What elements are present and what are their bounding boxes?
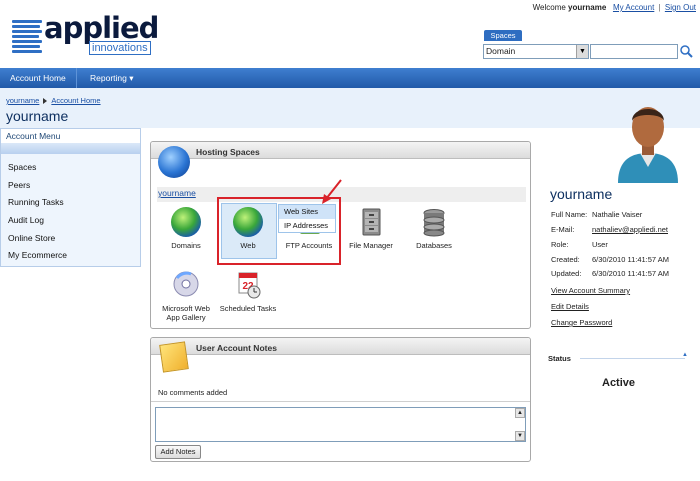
space-name-link[interactable]: yourname [158, 188, 196, 198]
breadcrumb-bar [0, 88, 700, 128]
search-icon [680, 45, 693, 58]
my-account-link[interactable]: My Account [613, 3, 654, 12]
view-account-summary-link[interactable]: View Account Summary [551, 286, 630, 295]
scroll-up-icon[interactable]: ▲ [515, 408, 525, 418]
spaces-label: Spaces [484, 30, 522, 41]
panel-title: Hosting Spaces [196, 147, 260, 157]
domains-globe-icon [171, 207, 201, 237]
scheduled-tasks-tile[interactable]: 22 Scheduled Tasks [218, 270, 278, 313]
panel-title: User Account Notes [196, 343, 277, 353]
calendar-clock-icon: 22 [233, 270, 263, 300]
change-password-link[interactable]: Change Password [551, 318, 612, 327]
divider [151, 401, 530, 402]
web-app-gallery-tile[interactable]: Microsoft Web App Gallery [155, 270, 217, 322]
user-account-notes-panel: User Account Notes No comments added ▲ ▼… [150, 337, 531, 462]
file-manager-tile[interactable]: File Manager [341, 207, 401, 250]
tile-label: Databases [416, 241, 452, 250]
sidebar-title: Account Menu [1, 129, 140, 143]
updated-value: 6/30/2010 11:41:57 AM [592, 269, 670, 278]
red-arrow-icon [322, 179, 342, 204]
edit-details-link[interactable]: Edit Details [551, 302, 589, 311]
created-label: Created: [551, 255, 580, 264]
notes-textarea[interactable]: ▲ ▼ [155, 407, 526, 442]
status-title: Status [548, 354, 571, 363]
role-label: Role: [551, 240, 569, 249]
sidebar-item-spaces[interactable]: Spaces [8, 162, 36, 172]
sidebar-item-peers[interactable]: Peers [8, 180, 30, 190]
note-icon [159, 341, 189, 373]
welcome-text: Welcome [532, 3, 566, 12]
logo-text: applied [44, 11, 159, 45]
page-title: yourname [6, 108, 69, 124]
sign-out-link[interactable]: Sign Out [665, 3, 696, 12]
email-label: E-Mail: [551, 225, 575, 234]
status-divider [580, 358, 685, 359]
sidebar-header-bar [1, 143, 140, 154]
header-separator: | [658, 3, 661, 12]
database-icon [419, 207, 449, 237]
sidebar-item-online-store[interactable]: Online Store [8, 233, 55, 243]
breadcrumb: yourname Account Home [6, 96, 101, 105]
breadcrumb-item-user[interactable]: yourname [6, 96, 39, 105]
profile-name: yourname [550, 186, 613, 202]
breadcrumb-arrow-icon [43, 98, 48, 105]
no-comments-text: No comments added [158, 388, 228, 397]
sidebar-item-audit-log[interactable]: Audit Log [8, 215, 44, 225]
chevron-down-icon[interactable]: ▼ [576, 45, 588, 58]
status-value: Active [602, 377, 636, 389]
sidebar-item-my-ecommerce[interactable]: My Ecommerce [8, 250, 67, 260]
main-nav: Account Home Reporting ▾ [0, 68, 700, 88]
role-value: User [592, 240, 608, 249]
full-name-label: Full Name: [551, 210, 588, 219]
tile-label: Microsoft Web App Gallery [162, 304, 210, 322]
space-search-input[interactable] [590, 44, 678, 59]
account-menu-sidebar: Account Menu Spaces Peers Running Tasks … [0, 128, 141, 267]
logo-stripes-icon [12, 20, 42, 53]
created-value: 6/30/2010 11:41:57 AM [592, 255, 670, 264]
applied-innovations-logo[interactable]: applied innovations [12, 11, 159, 57]
scroll-down-icon[interactable]: ▼ [515, 431, 525, 441]
highlight-box [217, 197, 341, 265]
sidebar-item-running-tasks[interactable]: Running Tasks [8, 197, 64, 207]
tile-label: Domains [171, 241, 201, 250]
web-app-gallery-icon [171, 270, 201, 300]
updated-label: Updated: [551, 269, 582, 278]
tile-label: Scheduled Tasks [219, 304, 277, 313]
avatar [612, 95, 684, 183]
file-cabinet-icon [356, 207, 386, 237]
space-type-value: Domain [486, 46, 516, 56]
nav-account-home[interactable]: Account Home [0, 68, 77, 88]
hosting-globe-icon [158, 146, 190, 178]
domains-tile[interactable]: Domains [156, 207, 216, 250]
space-type-select[interactable]: Domain ▼ [483, 44, 589, 59]
welcome-username: yourname [568, 3, 607, 12]
logo-subtext: innovations [89, 41, 151, 55]
databases-tile[interactable]: Databases [404, 207, 464, 250]
email-link[interactable]: nathaliev@appliedi.net [592, 225, 668, 234]
breadcrumb-item-account-home[interactable]: Account Home [51, 96, 100, 105]
search-button[interactable] [679, 44, 693, 59]
add-notes-button[interactable]: Add Notes [155, 445, 201, 459]
collapse-icon[interactable]: ▲ [682, 352, 688, 358]
full-name-value: Nathalie Vaiser [592, 210, 643, 219]
welcome-bar: Welcome yourname My Account | Sign Out [533, 3, 696, 12]
tile-label: File Manager [349, 241, 393, 250]
hosting-spaces-panel: Hosting Spaces yourname Domains Web FTP … [150, 141, 531, 329]
nav-reporting[interactable]: Reporting ▾ [80, 68, 143, 88]
